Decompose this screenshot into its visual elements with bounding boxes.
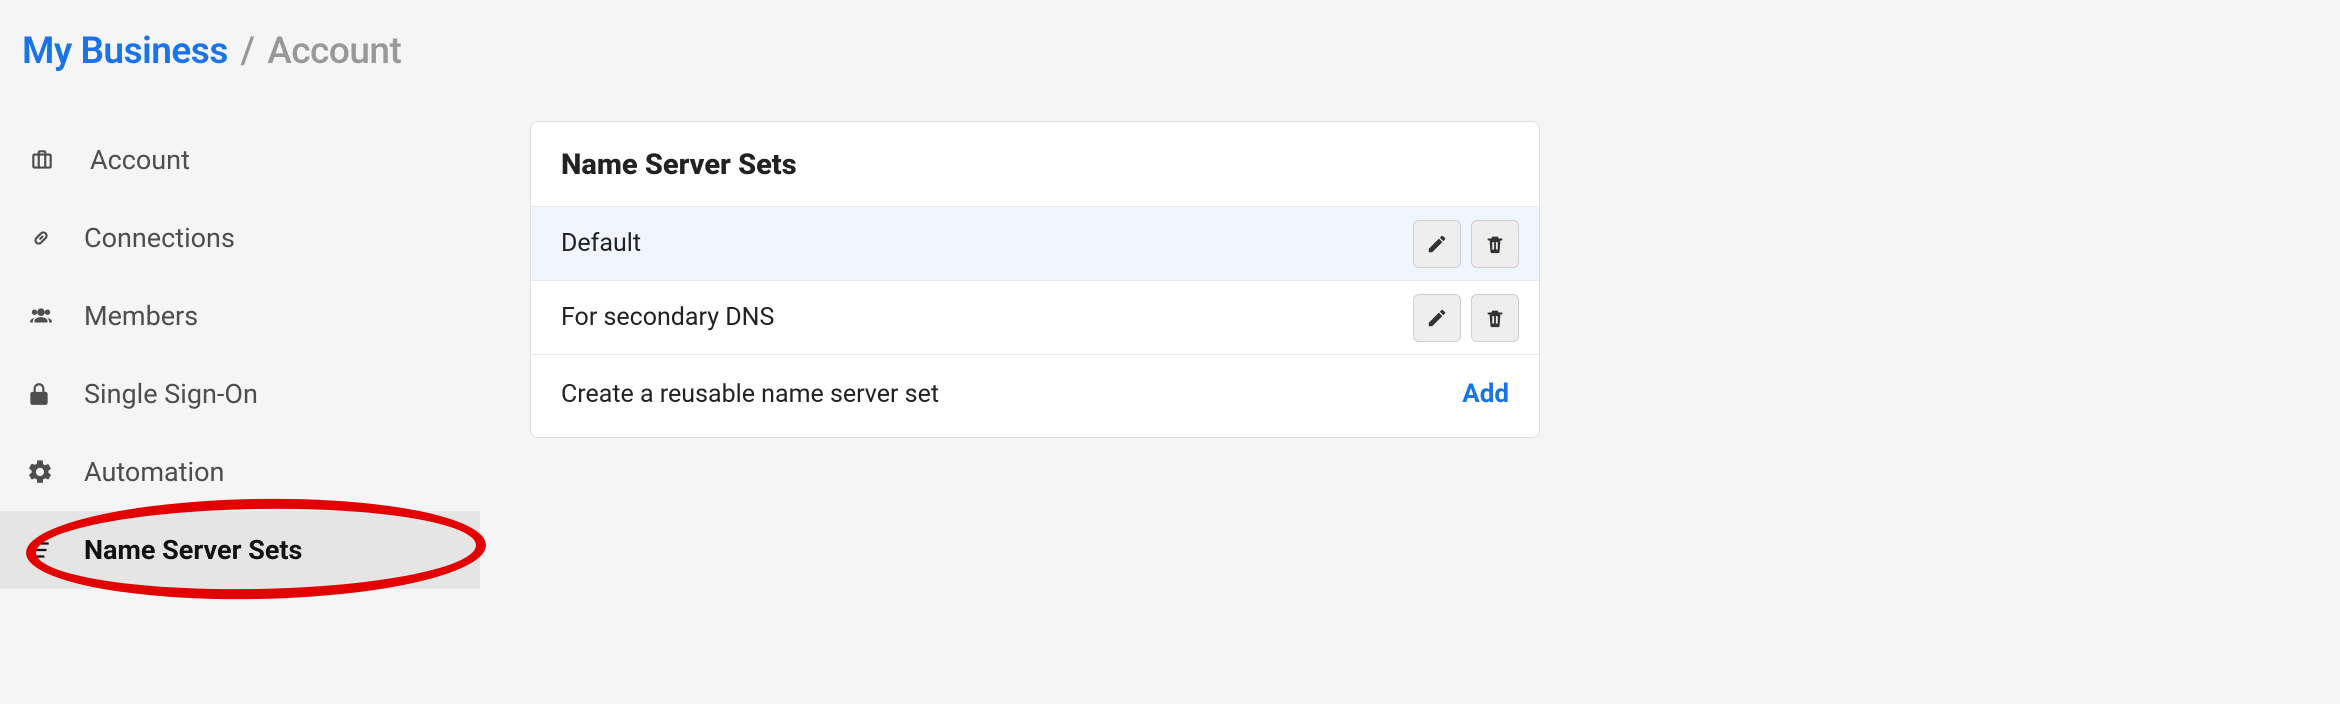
list-item-label: Default [561,229,1413,258]
trash-icon [1484,233,1506,255]
breadcrumb-current: Account [267,30,401,73]
breadcrumb-root-link[interactable]: My Business [22,30,228,73]
pencil-icon [1426,233,1448,255]
sidebar: Account Connections Members [0,121,480,589]
footer-description: Create a reusable name server set [561,380,1462,409]
add-button[interactable]: Add [1462,379,1509,409]
main-content: Name Server Sets Default [480,121,2340,438]
list-icon [26,537,84,563]
delete-button[interactable] [1471,294,1519,342]
sidebar-item-connections[interactable]: Connections [26,199,480,277]
sidebar-item-label: Single Sign-On [84,378,480,410]
row-actions [1413,220,1519,268]
delete-button[interactable] [1471,220,1519,268]
sidebar-item-label: Connections [84,222,480,254]
sidebar-item-sso[interactable]: Single Sign-On [26,355,480,433]
users-icon [26,303,84,329]
link-icon [26,225,84,251]
edit-button[interactable] [1413,220,1461,268]
gear-icon [26,458,84,486]
name-server-sets-card: Name Server Sets Default [530,121,1540,438]
list-item-label: For secondary DNS [561,303,1413,332]
sidebar-item-label: Members [84,300,480,332]
sidebar-item-account[interactable]: Account [26,121,480,199]
sidebar-item-label: Automation [84,456,480,488]
trash-icon [1484,307,1506,329]
sidebar-item-label: Name Server Sets [84,534,480,566]
briefcase-icon [26,147,84,173]
sidebar-item-members[interactable]: Members [26,277,480,355]
sidebar-item-automation[interactable]: Automation [26,433,480,511]
sidebar-item-label: Account [84,144,480,176]
list-item[interactable]: Default [531,207,1539,281]
card-footer: Create a reusable name server set Add [531,355,1539,437]
list-item[interactable]: For secondary DNS [531,281,1539,355]
breadcrumb: My Business / Account [0,0,2340,73]
card-title: Name Server Sets [531,122,1539,207]
pencil-icon [1426,307,1448,329]
row-actions [1413,294,1519,342]
edit-button[interactable] [1413,294,1461,342]
lock-icon [26,380,84,408]
breadcrumb-separator: / [241,30,255,73]
sidebar-item-name-server-sets[interactable]: Name Server Sets [0,511,480,589]
